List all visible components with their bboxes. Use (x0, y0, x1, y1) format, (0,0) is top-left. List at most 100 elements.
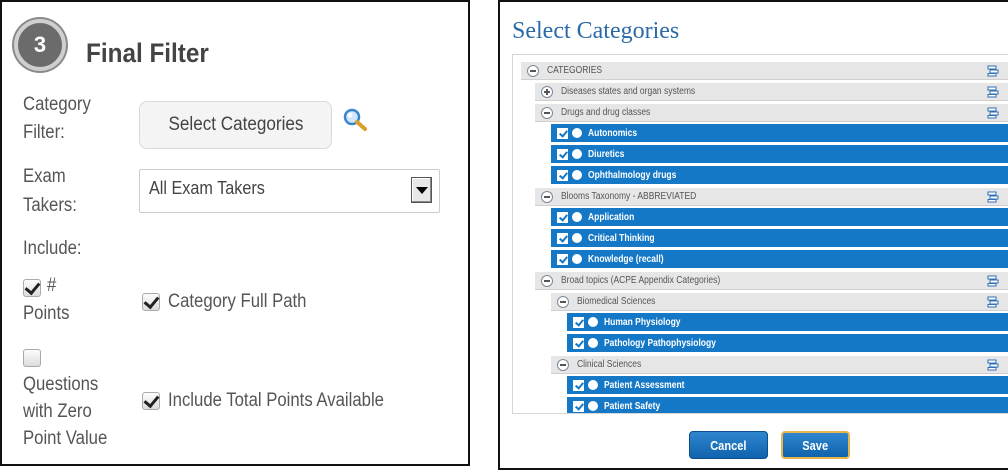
category-tree[interactable]: CATEGORIES Diseases states and organ syst… (512, 54, 1008, 414)
total-points-label: Include Total Points Available (168, 390, 384, 411)
checkbox-checked-icon[interactable] (557, 211, 568, 223)
category-filter-label-line2: Filter: (23, 122, 65, 143)
expand-icon[interactable] (541, 85, 553, 98)
zero-point-label-line1: Questions (23, 374, 99, 395)
collapse-icon[interactable] (527, 64, 539, 77)
radio-dot-icon (588, 401, 598, 411)
save-button[interactable]: Save (781, 431, 850, 459)
select-categories-button[interactable]: Select Categories (139, 101, 332, 149)
category-label: Knowledge (recall) (588, 253, 664, 265)
checkbox-checked-icon[interactable] (573, 316, 584, 328)
collapse-icon[interactable] (557, 358, 569, 371)
exam-takers-label-line1: Exam (23, 166, 66, 187)
select-all-icon[interactable] (987, 359, 999, 371)
cancel-button[interactable]: Cancel (689, 431, 768, 459)
category-group-row[interactable]: Blooms Taxonomy - ABBREVIATED (535, 187, 1008, 206)
category-item-selected[interactable]: Ophthalmology drugs (551, 166, 1008, 185)
category-group-row[interactable]: Diseases states and organ systems (535, 82, 1008, 101)
radio-dot-icon (572, 170, 582, 180)
save-button-label: Save (802, 437, 829, 453)
select-all-icon[interactable] (987, 191, 999, 203)
category-label: Blooms Taxonomy - ABBREVIATED (561, 191, 697, 202)
category-item-selected[interactable]: Autonomics (551, 124, 1008, 143)
select-all-icon[interactable] (987, 107, 999, 119)
category-label: Diseases states and organ systems (561, 86, 696, 97)
category-label: Broad topics (ACPE Appendix Categories) (561, 275, 721, 286)
category-item-selected[interactable]: Application (551, 208, 1008, 227)
category-group-row[interactable]: Biomedical Sciences (551, 292, 1008, 311)
collapse-icon[interactable] (541, 190, 553, 203)
category-group-row[interactable]: Broad topics (ACPE Appendix Categories) (535, 271, 1008, 290)
zero-point-checkbox[interactable] (23, 349, 41, 367)
collapse-icon[interactable] (557, 295, 569, 308)
exam-takers-value: All Exam Takers (149, 178, 265, 198)
radio-dot-icon (588, 317, 598, 327)
category-label: Patient Safety (604, 400, 661, 412)
radio-dot-icon (572, 149, 582, 159)
final-filter-panel: 3 Final Filter Category Filter: Select C… (0, 0, 470, 466)
category-item-selected[interactable]: Patient Assessment (567, 376, 1008, 395)
checkbox-checked-icon[interactable] (573, 379, 584, 391)
radio-dot-icon (572, 128, 582, 138)
select-all-icon[interactable] (987, 65, 999, 77)
category-item-selected[interactable]: Knowledge (recall) (551, 250, 1008, 269)
collapse-icon[interactable] (541, 274, 553, 287)
radio-dot-icon (588, 338, 598, 348)
select-categories-button-label: Select Categories (168, 114, 303, 135)
category-label: Clinical Sciences (577, 359, 642, 370)
points-checkbox[interactable] (23, 279, 41, 297)
checkbox-checked-icon[interactable] (557, 253, 568, 265)
checkbox-checked-icon[interactable] (557, 169, 568, 181)
zero-point-label-line2: with Zero (23, 401, 92, 422)
category-item-selected[interactable]: Patient Safety (567, 397, 1008, 413)
category-label: Critical Thinking (588, 232, 655, 244)
category-group-row[interactable]: Drugs and drug classes (535, 103, 1008, 122)
checkbox-checked-icon[interactable] (573, 400, 584, 412)
category-label: Human Physiology (604, 316, 681, 328)
checkbox-checked-icon[interactable] (573, 337, 584, 349)
radio-dot-icon (572, 212, 582, 222)
category-item-selected[interactable]: Human Physiology (567, 313, 1008, 332)
category-group-row[interactable]: Clinical Sciences (551, 355, 1008, 374)
include-label: Include: (23, 238, 82, 259)
category-label: Diuretics (588, 148, 625, 160)
step-number-badge: 3 (14, 19, 66, 71)
select-all-icon[interactable] (987, 86, 999, 98)
select-all-icon[interactable] (987, 296, 999, 308)
category-label: Ophthalmology drugs (588, 169, 677, 181)
radio-dot-icon (572, 254, 582, 264)
select-all-icon[interactable] (987, 275, 999, 287)
category-label: Application (588, 211, 635, 223)
points-label: Points (23, 303, 70, 324)
checkbox-checked-icon[interactable] (557, 127, 568, 139)
exam-takers-label-line2: Takers: (23, 195, 77, 216)
category-item-selected[interactable]: Critical Thinking (551, 229, 1008, 248)
category-label: Autonomics (588, 127, 638, 139)
category-full-path-label: Category Full Path (168, 291, 307, 312)
category-label: CATEGORIES (547, 65, 603, 76)
total-points-checkbox[interactable] (142, 392, 160, 410)
cancel-button-label: Cancel (710, 437, 747, 453)
checkbox-checked-icon[interactable] (557, 232, 568, 244)
category-label: Pathology Pathophysiology (604, 337, 716, 349)
radio-dot-icon (572, 233, 582, 243)
category-filter-label-line1: Category (23, 94, 91, 115)
zero-point-label-line3: Point Value (23, 428, 108, 449)
category-label: Patient Assessment (604, 379, 685, 391)
category-item-selected[interactable]: Diuretics (551, 145, 1008, 164)
category-item-selected[interactable]: Pathology Pathophysiology (567, 334, 1008, 353)
category-group-row[interactable]: CATEGORIES (521, 61, 1008, 80)
magnifier-icon[interactable] (342, 108, 368, 132)
select-categories-dialog: Select Categories CATEGORIES Diseases sta… (498, 0, 1008, 470)
exam-takers-select[interactable]: All Exam Takers (139, 169, 440, 213)
dialog-title: Select Categories (512, 18, 680, 44)
category-full-path-checkbox[interactable] (142, 293, 160, 311)
checkbox-checked-icon[interactable] (557, 148, 568, 160)
points-label-hash: # (47, 275, 57, 296)
panel-title: Final Filter (86, 38, 209, 68)
category-label: Biomedical Sciences (577, 296, 656, 307)
collapse-icon[interactable] (541, 106, 553, 119)
chevron-down-icon[interactable] (411, 177, 432, 203)
category-label: Drugs and drug classes (561, 107, 651, 118)
radio-dot-icon (588, 380, 598, 390)
